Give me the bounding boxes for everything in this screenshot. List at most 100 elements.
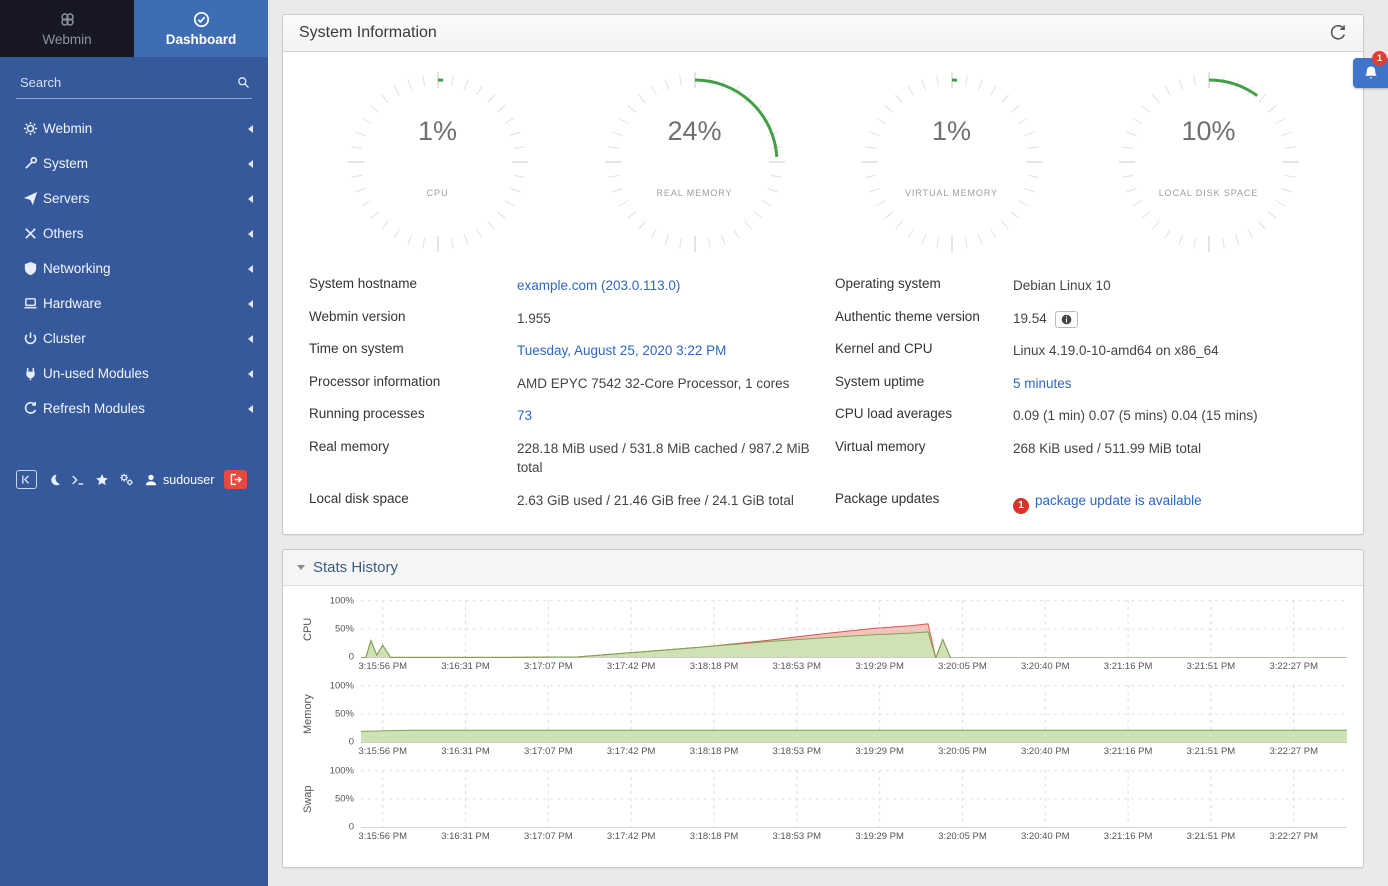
x-tick-label: 3:22:27 PM [1269,661,1318,672]
collapse-sidebar-button[interactable] [16,470,37,489]
bell-icon [1363,65,1379,81]
gauge-value: 1% [862,116,1042,147]
y-tick-label: 0 [349,651,354,662]
info-value-cpu-load-averages: 0.09 (1 min) 0.07 (5 mins) 0.04 (15 mins… [1013,406,1337,426]
info-label-processor-information: Processor information [309,374,517,389]
info-link[interactable]: example.com (203.0.113.0) [517,278,680,293]
gauge-virtual-memory: 1%VIRTUAL MEMORY [862,72,1042,252]
refresh-button[interactable] [1329,24,1347,42]
x-tick-label: 3:21:16 PM [1104,661,1153,672]
tab-webmin[interactable]: Webmin [0,0,134,57]
gauge-label: LOCAL DISK SPACE [1119,188,1299,198]
sidebar-item-others[interactable]: Others [0,216,268,251]
info-text: Debian Linux 10 [1013,278,1111,293]
x-tick-label: 3:21:51 PM [1187,831,1236,842]
x-tick-label: 3:21:51 PM [1187,746,1236,757]
collapse-caret-icon [248,195,253,203]
terminal-button[interactable] [71,473,85,487]
notifications-button[interactable]: 1 [1353,58,1388,88]
moon-icon [47,473,61,487]
x-tick-label: 3:18:53 PM [773,661,822,672]
favorites-button[interactable] [95,473,109,487]
main-content: System Information 1%CPU24%REAL MEMORY1%… [268,0,1388,886]
chart-plot [361,770,1347,828]
sidebar-item-label: Hardware [43,296,248,311]
info-text: 228.18 MiB used / 531.8 MiB cached / 987… [517,441,810,476]
sidebar-item-cluster[interactable]: Cluster [0,321,268,356]
tab-dashboard[interactable]: Dashboard [134,0,268,57]
x-axis-labels: 3:15:56 PM3:16:31 PM3:17:07 PM3:17:42 PM… [361,828,1347,845]
settings-button[interactable] [119,472,134,487]
x-tick-label: 3:20:40 PM [1021,661,1070,672]
x-tick-label: 3:18:53 PM [773,746,822,757]
x-tick-label: 3:17:07 PM [524,831,573,842]
info-label-time-on-system: Time on system [309,341,517,356]
system-information-body: 1%CPU24%REAL MEMORY1%VIRTUAL MEMORY10%LO… [283,52,1363,534]
info-link[interactable]: 5 minutes [1013,376,1072,391]
info-label-local-disk-space: Local disk space [309,491,517,506]
collapse-icon [20,473,33,486]
y-tick-label: 100% [330,680,354,691]
x-tick-label: 3:21:16 PM [1104,831,1153,842]
stats-history-title: Stats History [313,559,398,576]
gauge-dial-icon [1119,72,1299,252]
y-axis-labels: 100%50%0 [319,600,361,658]
info-text: AMD EPYC 7542 32-Core Processor, 1 cores [517,376,789,391]
x-tick-label: 3:15:56 PM [358,661,407,672]
sidebar-item-networking[interactable]: Networking [0,251,268,286]
info-value-package-updates: 1package update is available [1013,491,1337,514]
page-title: System Information [299,24,1329,42]
sidebar-item-system[interactable]: System [0,146,268,181]
info-icon[interactable] [1055,311,1078,328]
x-tick-label: 3:17:07 PM [524,746,573,757]
x-tick-label: 3:17:07 PM [524,661,573,672]
x-tick-label: 3:21:16 PM [1104,746,1153,757]
info-label-kernel-and-cpu: Kernel and CPU [835,341,1013,356]
info-link[interactable]: 73 [517,408,532,423]
drive-icon [17,296,43,311]
info-label-package-updates: Package updates [835,491,1013,506]
search-input[interactable] [18,74,237,91]
star-icon [95,473,109,487]
x-tick-label: 3:18:53 PM [773,831,822,842]
chart-plot [361,685,1347,743]
search-icon[interactable] [237,76,250,89]
terminal-icon [71,473,85,487]
logout-icon [229,473,242,486]
x-tick-label: 3:19:29 PM [855,831,904,842]
sidebar-item-refresh-modules[interactable]: Refresh Modules [0,391,268,426]
info-value-kernel-and-cpu: Linux 4.19.0-10-amd64 on x86_64 [1013,341,1337,361]
gauge-value: 10% [1119,116,1299,147]
gauge-cpu: 1%CPU [348,72,528,252]
x-tick-label: 3:22:27 PM [1269,746,1318,757]
info-label-operating-system: Operating system [835,276,1013,291]
sidebar-item-servers[interactable]: Servers [0,181,268,216]
plane-icon [17,191,43,206]
x-tick-label: 3:16:31 PM [441,661,490,672]
info-value-system-uptime: 5 minutes [1013,374,1337,394]
sidebar-item-un-used-modules[interactable]: Un-used Modules [0,356,268,391]
chart-axis-title: Memory [297,685,319,743]
gauge-real-memory: 24%REAL MEMORY [605,72,785,252]
collapse-caret-icon [248,125,253,133]
sidebar-item-hardware[interactable]: Hardware [0,286,268,321]
x-axis-labels: 3:15:56 PM3:16:31 PM3:17:07 PM3:17:42 PM… [361,743,1347,760]
info-label-system-hostname: System hostname [309,276,517,291]
sidebar-item-label: Servers [43,191,248,206]
y-tick-label: 0 [349,736,354,747]
chart-main: 100%50%03:15:56 PM3:16:31 PM3:17:07 PM3:… [319,770,1347,845]
gears-icon [119,472,134,487]
chart-axis-title: CPU [297,600,319,658]
night-mode-button[interactable] [47,473,61,487]
info-link[interactable]: package update is available [1035,493,1202,508]
sidebar-item-label: System [43,156,248,171]
sidebar-item-webmin[interactable]: Webmin [0,111,268,146]
gauge-label: CPU [348,188,528,198]
info-link[interactable]: Tuesday, August 25, 2020 3:22 PM [517,343,726,358]
x-tick-label: 3:17:42 PM [607,831,656,842]
logout-button[interactable] [224,470,247,489]
user-menu[interactable]: sudouser [144,473,214,487]
sidebar-toolbar: sudouser [16,470,268,489]
stats-history-header[interactable]: Stats History [283,550,1363,586]
user-icon [144,473,158,487]
